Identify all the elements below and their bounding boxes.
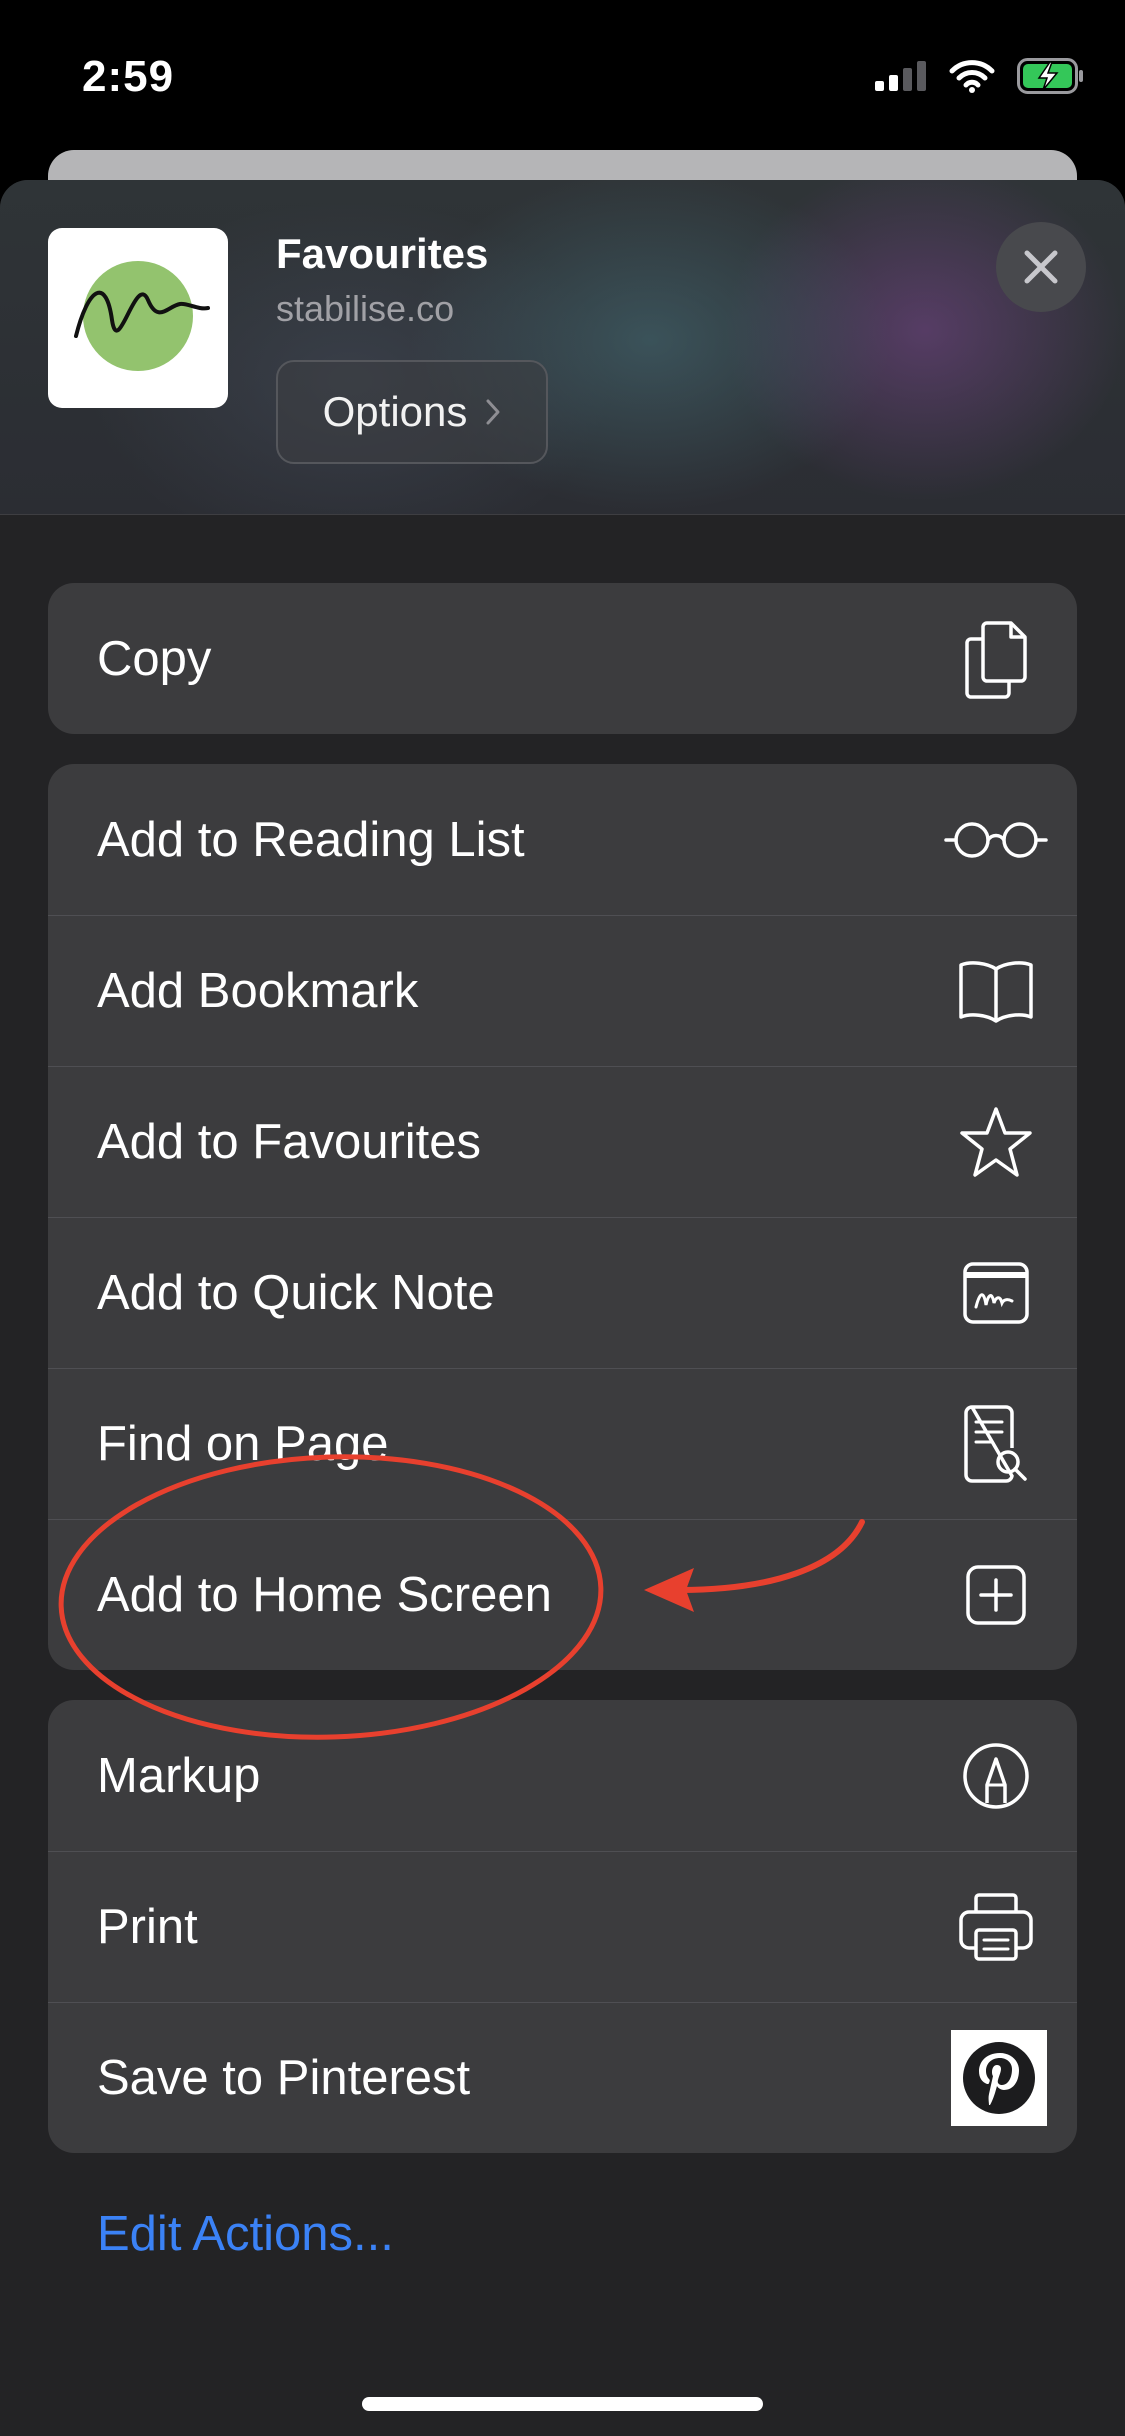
action-label: Markup [97,1748,261,1803]
action-label: Add to Home Screen [97,1567,552,1622]
home-indicator [362,2397,763,2411]
action-add-to-home-screen[interactable]: Add to Home Screen [48,1519,1077,1670]
printer-icon [941,1872,1051,1982]
quick-note-icon [941,1238,1051,1348]
site-icon [48,228,228,408]
action-label: Add to Favourites [97,1114,482,1169]
status-time: 2:59 [82,52,175,101]
action-label: Add to Quick Note [97,1265,495,1320]
action-add-to-reading-list[interactable]: Add to Reading List [48,764,1077,915]
edit-actions-link[interactable]: Edit Actions... [97,2206,394,2262]
pinterest-icon [951,2029,1047,2126]
options-button[interactable]: Options [276,360,548,464]
close-icon [1024,250,1058,284]
action-group-copy: Copy [48,583,1077,734]
action-label: Save to Pinterest [97,2050,471,2105]
action-copy[interactable]: Copy [48,583,1077,734]
action-group-page: Add to Reading List Add Bookmark Add to … [48,764,1077,1670]
add-square-icon [941,1540,1051,1650]
close-button[interactable] [996,222,1086,312]
action-add-bookmark[interactable]: Add Bookmark [48,915,1077,1066]
site-title: Favourites [276,230,489,277]
action-save-to-pinterest[interactable]: Save to Pinterest [48,2002,1077,2153]
action-label: Find on Page [97,1416,389,1471]
options-label: Options [322,388,468,435]
cellular-signal-icon [875,61,926,91]
action-group-more: Markup Print Save to Pinterest [48,1700,1077,2153]
site-url: stabilise.co [276,288,455,329]
chevron-right-icon [486,399,500,425]
find-document-icon [941,1389,1051,1499]
action-label: Add to Reading List [97,812,525,867]
action-markup[interactable]: Markup [48,1700,1077,1851]
battery-charging-icon [1017,58,1083,94]
action-label: Print [97,1899,198,1954]
status-icons [875,58,1085,94]
share-sheet-header: Favourites stabilise.co Options [0,180,1125,515]
site-icon-circle [83,261,193,371]
book-icon [941,936,1051,1046]
glasses-icon [941,785,1051,895]
markup-pen-icon [941,1721,1051,1831]
status-bar: 2:59 [0,0,1125,150]
action-add-to-favourites[interactable]: Add to Favourites [48,1066,1077,1217]
star-icon [941,1087,1051,1197]
action-label: Add Bookmark [97,963,419,1018]
wifi-icon [949,60,995,93]
action-print[interactable]: Print [48,1851,1077,2002]
action-find-on-page[interactable]: Find on Page [48,1368,1077,1519]
action-label: Copy [97,631,212,686]
action-add-to-quick-note[interactable]: Add to Quick Note [48,1217,1077,1368]
share-sheet: Favourites stabilise.co Options Copy Add… [0,180,1125,2436]
copy-icon [941,604,1051,714]
